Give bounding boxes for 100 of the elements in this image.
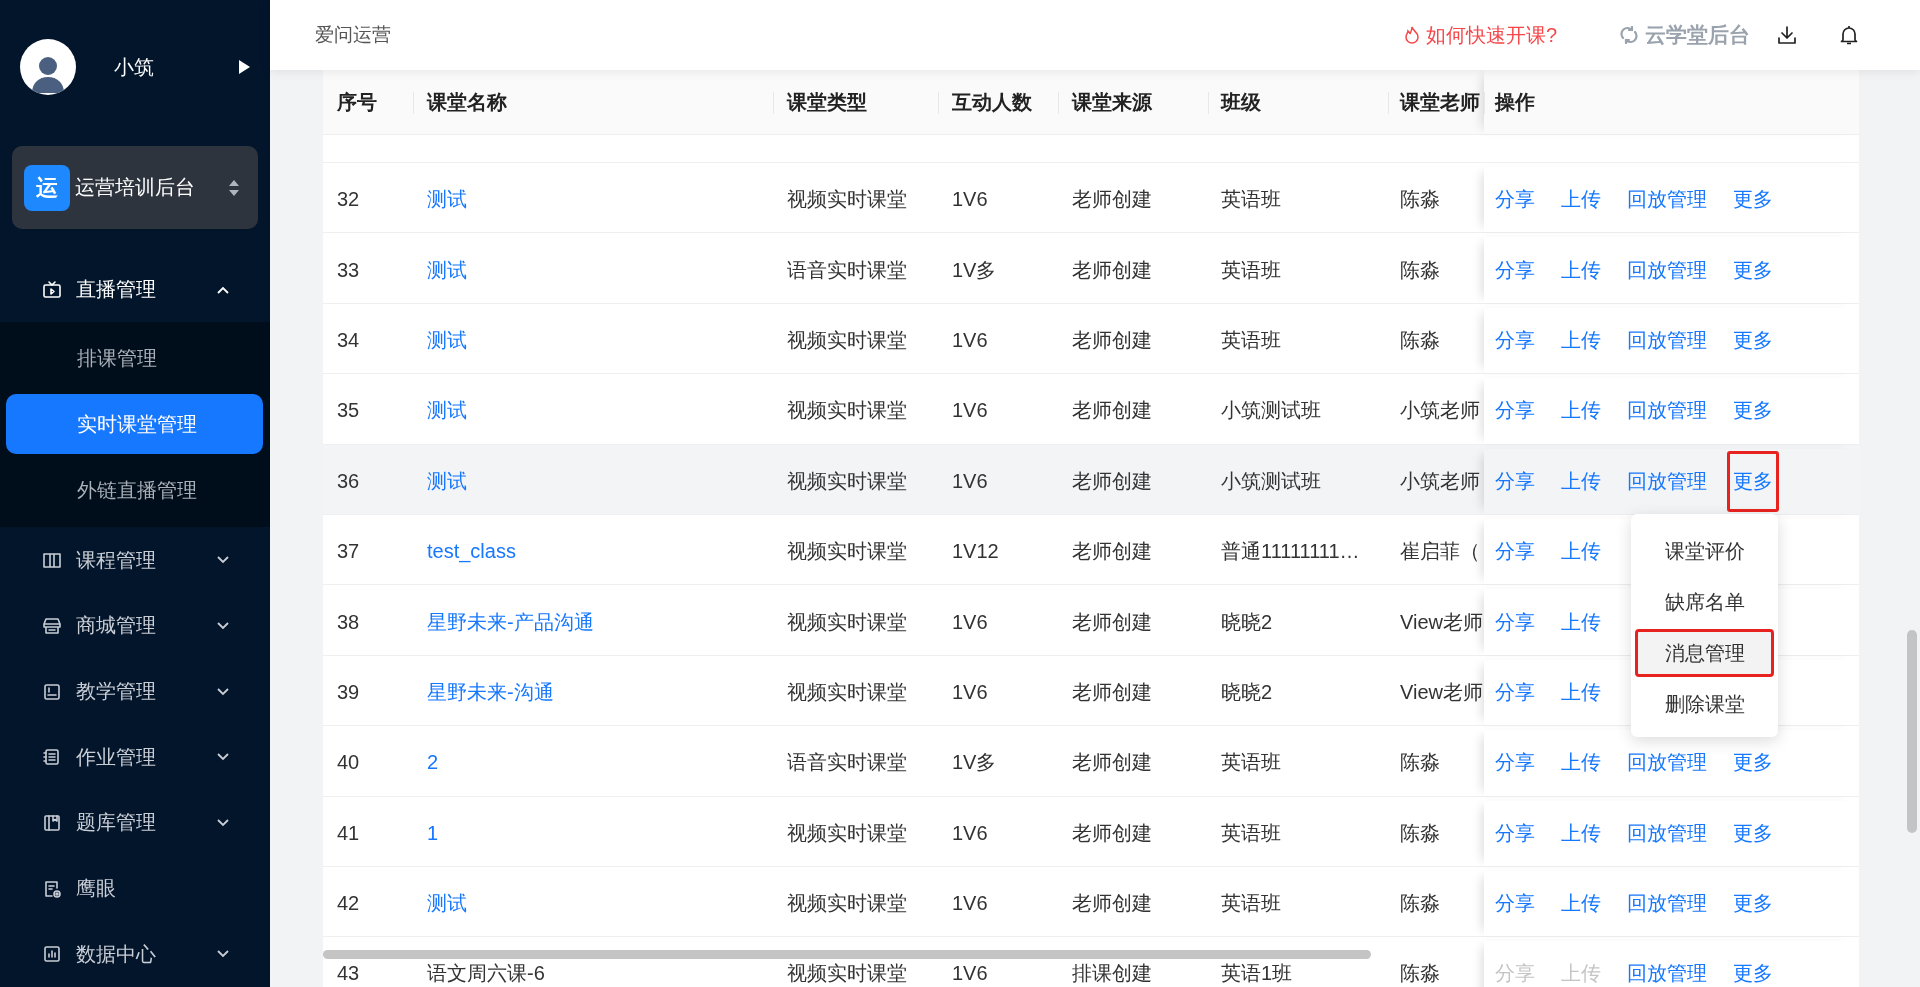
menu-item[interactable]: 课程管理 — [0, 527, 270, 594]
class-name-link[interactable]: 1 — [427, 821, 439, 845]
action-link[interactable]: 上传 — [1555, 521, 1607, 583]
table-cell: 40 — [337, 751, 360, 775]
class-name-link[interactable]: 2 — [427, 751, 439, 775]
action-link[interactable]: 分享 — [1489, 521, 1541, 583]
class-name-link[interactable]: test_class — [427, 540, 516, 564]
menu-item[interactable]: 鹰眼 — [0, 855, 270, 922]
action-link[interactable]: 上传 — [1555, 169, 1607, 231]
action-link[interactable]: 上传 — [1555, 873, 1607, 935]
action-link[interactable]: 更多 — [1727, 943, 1779, 987]
action-link[interactable]: 更多 — [1727, 873, 1779, 935]
class-name-link[interactable]: 星野未来-沟通 — [427, 678, 554, 706]
action-link[interactable]: 更多 — [1727, 450, 1779, 512]
action-link[interactable]: 更多 — [1727, 309, 1779, 371]
table-cell-text: 视频实时课堂 — [787, 961, 907, 987]
action-link[interactable]: 上传 — [1555, 380, 1607, 442]
action-link[interactable]: 更多 — [1727, 802, 1779, 864]
action-link[interactable]: 回放管理 — [1621, 450, 1713, 512]
column-header: 课堂名称 — [427, 89, 507, 115]
action-link[interactable]: 分享 — [1489, 873, 1541, 935]
action-link[interactable]: 分享 — [1489, 591, 1541, 653]
action-link[interactable]: 更多 — [1727, 169, 1779, 231]
action-link[interactable]: 上传 — [1555, 661, 1607, 723]
action-link[interactable]: 回放管理 — [1621, 873, 1713, 935]
submenu-item[interactable]: 实时课堂管理 — [6, 394, 263, 455]
action-link[interactable]: 上传 — [1555, 732, 1607, 794]
flame-icon — [1403, 26, 1420, 44]
table-cell-text: 语文周六课-6 — [427, 961, 545, 987]
menu-item[interactable]: 教学管理 — [0, 658, 270, 725]
column-header: 互动人数 — [952, 89, 1032, 115]
action-link[interactable]: 分享 — [1489, 380, 1541, 442]
class-name-link[interactable]: 星野未来-产品沟通 — [427, 608, 594, 636]
user-name: 小筑 — [114, 54, 155, 80]
action-link[interactable]: 上传 — [1555, 802, 1607, 864]
table-cell: 35 — [337, 399, 360, 423]
action-link[interactable]: 分享 — [1489, 169, 1541, 231]
class-name-link[interactable]: 测试 — [427, 397, 467, 425]
table-cell: 1V6 — [952, 962, 988, 986]
action-link[interactable]: 回放管理 — [1621, 239, 1713, 301]
table-cell-text: 老师创建 — [1072, 327, 1152, 353]
action-link[interactable]: 上传 — [1555, 591, 1607, 653]
menu-item[interactable]: 直播管理 — [0, 256, 270, 323]
table-cell-text: 视频实时课堂 — [787, 679, 907, 705]
list-icon — [42, 747, 62, 768]
action-link[interactable]: 上传 — [1555, 239, 1607, 301]
dropdown-item[interactable]: 消息管理 — [1635, 629, 1774, 677]
action-link[interactable]: 分享 — [1489, 450, 1541, 512]
vertical-scrollbar[interactable] — [1907, 630, 1917, 833]
class-name-link[interactable]: 测试 — [427, 326, 467, 354]
class-name-link[interactable]: 测试 — [427, 186, 467, 214]
action-link[interactable]: 回放管理 — [1621, 380, 1713, 442]
menu-item[interactable]: 题库管理 — [0, 790, 270, 856]
class-name-link[interactable]: 测试 — [427, 890, 467, 918]
table-cell-text: 老师创建 — [1072, 539, 1152, 565]
action-link[interactable]: 更多 — [1727, 380, 1779, 442]
action-link[interactable]: 回放管理 — [1621, 169, 1713, 231]
table-cell-text: 普通11111111… — [1221, 539, 1360, 565]
menu-item[interactable]: 数据中心 — [0, 921, 270, 987]
submenu-item[interactable]: 外链直播管理 — [6, 460, 263, 521]
help-link[interactable]: 如何快速开课? — [1425, 21, 1557, 49]
table-cell-text: 小筑测试班 — [1221, 398, 1321, 424]
submenu-item[interactable]: 排课管理 — [6, 328, 263, 389]
menu-item[interactable]: 商城管理 — [0, 593, 270, 659]
card-icon — [42, 681, 62, 702]
class-name-link[interactable]: 测试 — [427, 467, 467, 495]
dropdown-item[interactable]: 删除课堂 — [1635, 680, 1774, 728]
action-link[interactable]: 分享 — [1489, 732, 1541, 794]
action-link[interactable]: 更多 — [1727, 239, 1779, 301]
table-cell: 41 — [337, 821, 360, 845]
table-cell: 1V6 — [952, 892, 988, 916]
action-link[interactable]: 回放管理 — [1621, 802, 1713, 864]
action-link[interactable]: 回放管理 — [1621, 309, 1713, 371]
action-link[interactable]: 回放管理 — [1621, 943, 1713, 987]
dropdown-item[interactable]: 缺席名单 — [1635, 578, 1774, 626]
table-cell-text: 陈淼 — [1400, 820, 1440, 846]
table-cell: 1V12 — [952, 540, 999, 564]
chart-icon — [42, 944, 62, 965]
class-name-link[interactable]: 测试 — [427, 256, 467, 284]
action-link[interactable]: 分享 — [1489, 802, 1541, 864]
table-cell-text: 1V多 — [952, 750, 997, 776]
action-link[interactable]: 分享 — [1489, 239, 1541, 301]
action-link[interactable]: 分享 — [1489, 309, 1541, 371]
brand-link[interactable]: 云学堂后台 — [1619, 21, 1750, 49]
table-cell-text: 视频实时课堂 — [787, 539, 907, 565]
menu-item[interactable]: 作业管理 — [0, 724, 270, 791]
table-cell-text: 陈淼 — [1400, 961, 1440, 987]
caret-icon[interactable] — [238, 60, 250, 75]
action-link[interactable]: 分享 — [1489, 661, 1541, 723]
table-cell-text: 小筑老师 — [1400, 468, 1480, 494]
org-switcher[interactable]: 运 运营培训后台 — [12, 146, 258, 229]
table-cell-text: 陈淼 — [1400, 750, 1440, 776]
book-icon — [42, 550, 62, 571]
horizontal-scrollbar[interactable] — [323, 950, 1371, 959]
action-link[interactable]: 上传 — [1555, 450, 1607, 512]
dropdown-item[interactable]: 课堂评价 — [1635, 527, 1774, 575]
bell-icon[interactable] — [1838, 24, 1860, 46]
table-cell: 1V6 — [952, 328, 988, 352]
action-link[interactable]: 上传 — [1555, 309, 1607, 371]
download-icon[interactable] — [1776, 24, 1798, 46]
